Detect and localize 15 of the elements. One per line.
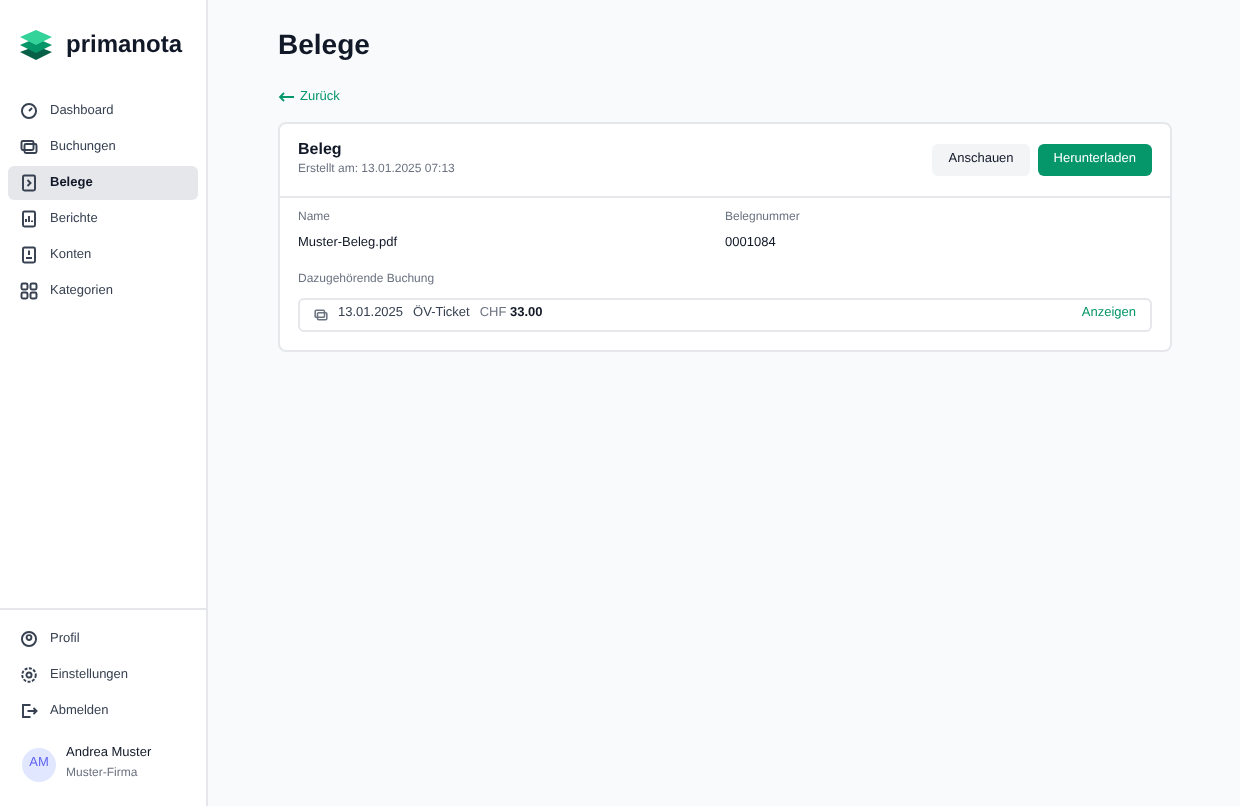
settings-icon — [20, 666, 38, 684]
gauge-icon — [20, 102, 38, 120]
cards-icon — [20, 138, 38, 156]
document-icon — [20, 174, 38, 192]
logout-icon — [20, 702, 38, 720]
grid-icon — [20, 282, 38, 300]
brand-name: primanota — [66, 28, 183, 62]
arrow-left-icon — [278, 92, 294, 103]
page-title: Belege — [278, 26, 372, 62]
chart-document-icon — [20, 210, 38, 228]
user-icon — [20, 630, 38, 648]
cards-icon — [314, 307, 328, 321]
document-icon — [20, 246, 38, 264]
logo-icon — [18, 27, 54, 61]
card-title: Beleg — [298, 137, 344, 160]
